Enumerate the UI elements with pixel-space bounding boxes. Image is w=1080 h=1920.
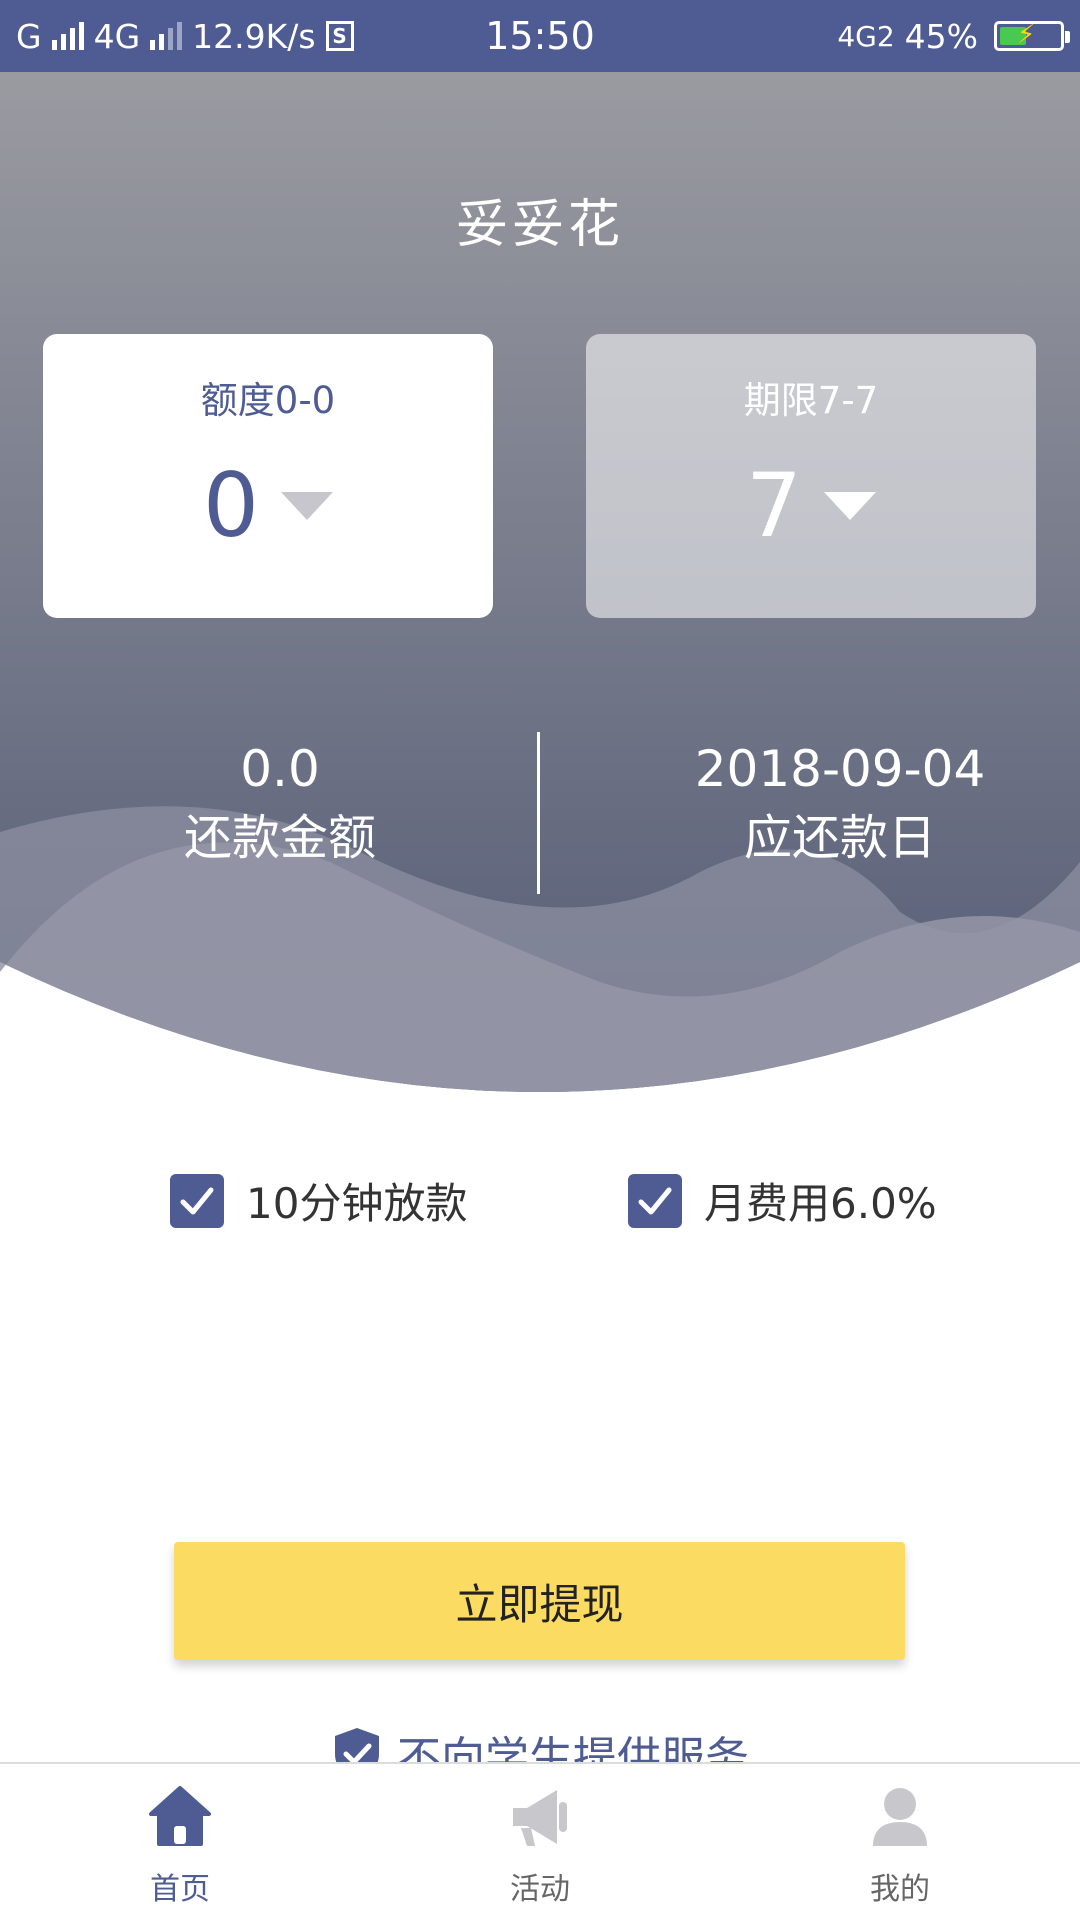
repay-amount-label: 还款金额 bbox=[183, 810, 376, 866]
amount-label: 额度0-0 bbox=[200, 379, 336, 422]
status-bar-left: G 4G 12.9K/s S bbox=[16, 17, 837, 56]
option-fast-loan[interactable]: 10分钟放款 bbox=[170, 1170, 467, 1231]
repay-date-value: 2018-09-04 bbox=[694, 740, 986, 798]
network-speed: 12.9K/s bbox=[192, 16, 316, 56]
term-value: 7 bbox=[746, 454, 802, 557]
s-notification-icon: S bbox=[325, 21, 354, 51]
tab-home[interactable]: 首页 bbox=[0, 1764, 360, 1920]
checkbox-checked-icon[interactable] bbox=[628, 1173, 682, 1228]
signal-weak-icon bbox=[150, 22, 183, 50]
checkbox-checked-icon[interactable] bbox=[170, 1173, 224, 1228]
repay-date: 2018-09-04 应还款日 bbox=[620, 737, 1060, 874]
tab-label: 首页 bbox=[150, 1872, 210, 1907]
withdraw-button[interactable]: 立即提现 bbox=[174, 1542, 905, 1660]
status-bar-right: 4G2 45% ⚡ bbox=[837, 16, 1070, 56]
battery-icon: ⚡ bbox=[994, 20, 1070, 51]
megaphone-icon bbox=[513, 1790, 567, 1846]
option-monthly-fee[interactable]: 月费用6.0% bbox=[628, 1170, 937, 1231]
repay-amount-value: 0.0 bbox=[240, 740, 320, 798]
home-icon bbox=[149, 1786, 211, 1846]
option-label: 10分钟放款 bbox=[246, 1179, 468, 1228]
stat-divider bbox=[537, 732, 540, 894]
battery-percent: 45% bbox=[904, 16, 978, 56]
term-selector[interactable]: 期限7-7 7 bbox=[586, 334, 1036, 618]
user-icon bbox=[873, 1788, 927, 1846]
amount-value: 0 bbox=[203, 454, 259, 557]
tab-label: 我的 bbox=[870, 1872, 930, 1907]
term-label: 期限7-7 bbox=[743, 379, 879, 422]
network-right-label: 4G2 bbox=[837, 19, 895, 53]
chevron-down-icon bbox=[824, 492, 876, 520]
repay-amount: 0.0 还款金额 bbox=[60, 737, 500, 874]
chevron-down-icon bbox=[281, 492, 333, 520]
tab-activity[interactable]: 活动 bbox=[360, 1764, 720, 1920]
carrier-label: G bbox=[16, 16, 42, 56]
bottom-tab-bar: 首页 活动 我的 bbox=[0, 1762, 1080, 1920]
repay-date-label: 应还款日 bbox=[743, 810, 936, 866]
option-label: 月费用6.0% bbox=[704, 1179, 937, 1228]
status-bar: G 4G 12.9K/s S 15:50 4G2 45% ⚡ bbox=[0, 0, 1080, 72]
page-title: 妥妥花 bbox=[455, 195, 624, 255]
hero-section: 妥妥花 额度0-0 0 期限7-7 7 0.0 还款金额 2018-09-04 … bbox=[0, 72, 1080, 1092]
tab-label: 活动 bbox=[510, 1872, 570, 1907]
amount-selector[interactable]: 额度0-0 0 bbox=[43, 334, 493, 618]
signal-icon bbox=[51, 22, 84, 50]
tab-mine[interactable]: 我的 bbox=[720, 1764, 1080, 1920]
network-label: 4G bbox=[93, 16, 141, 56]
